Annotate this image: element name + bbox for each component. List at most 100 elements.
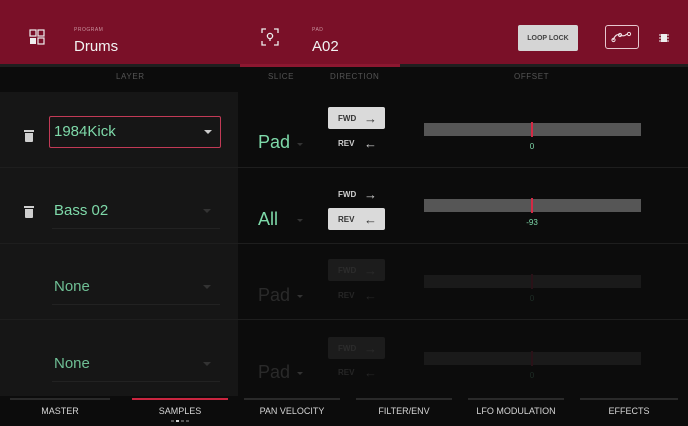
direction-fwd-button[interactable]: FWD → — [328, 107, 385, 129]
layer-name[interactable]: Bass 02 — [54, 202, 108, 219]
loop-lock-button[interactable]: LOOP LOCK — [518, 25, 578, 51]
layer-underline — [52, 381, 220, 382]
slice-value: Pad — [258, 285, 291, 305]
rev-label: REV — [338, 138, 355, 148]
column-header-slice: SLICE — [268, 72, 295, 81]
layer-row: None Pad FWD → REV ← 0 — [0, 320, 688, 396]
lfo-curve-button[interactable] — [605, 25, 639, 49]
column-header-offset: OFFSET — [514, 72, 550, 81]
layer-cell — [0, 168, 238, 244]
slice-value[interactable]: All — [258, 209, 278, 230]
pad-label: PAD — [312, 27, 324, 33]
tab-lfo-modulation[interactable]: LFO MODULATION — [468, 406, 564, 416]
lfo-curve-icon — [611, 31, 632, 43]
page-dot — [171, 420, 174, 422]
arrow-right-icon: → — [364, 262, 377, 278]
grid-icon — [29, 29, 45, 45]
rev-label: REV — [338, 290, 355, 300]
fwd-label: FWD — [338, 189, 357, 199]
chip-icon[interactable] — [658, 32, 670, 44]
offset-slider — [424, 351, 641, 366]
page-dot — [186, 420, 189, 422]
tab-bar: MASTER SAMPLES PAN VELOCITY FILTER/ENV L… — [0, 398, 688, 426]
chevron-down-icon — [204, 130, 212, 134]
direction-fwd-button: FWD → — [328, 337, 385, 359]
tab-effects[interactable]: EFFECTS — [580, 406, 678, 416]
direction-rev-button: REV ← — [328, 284, 385, 306]
page-indicator — [171, 420, 189, 422]
layer-underline — [52, 304, 220, 305]
offset-value: 0 — [529, 294, 535, 303]
page-dot — [181, 420, 184, 422]
direction-rev-button[interactable]: REV ← — [328, 208, 385, 230]
offset-slider[interactable] — [424, 198, 641, 213]
header-divider — [0, 64, 688, 67]
pad-target-icon — [261, 28, 279, 46]
fwd-label: FWD — [338, 343, 357, 353]
tab-indicator — [244, 398, 340, 400]
rev-label: REV — [338, 367, 355, 377]
arrow-right-icon: → — [364, 110, 377, 126]
offset-marker — [531, 351, 533, 366]
offset-value: 0 — [529, 371, 535, 380]
pad-select-icon[interactable] — [261, 28, 279, 46]
chevron-down-icon — [203, 362, 211, 366]
header-divider-active — [240, 64, 400, 67]
tab-pan-velocity[interactable]: PAN VELOCITY — [244, 406, 340, 416]
layer-name[interactable]: None — [54, 355, 90, 372]
chevron-down-icon — [297, 143, 303, 146]
rev-label: REV — [338, 214, 355, 224]
chevron-down-icon — [297, 219, 303, 222]
arrow-left-icon: ← — [364, 135, 377, 151]
fwd-label: FWD — [338, 265, 357, 275]
pad-name[interactable]: A02 — [312, 38, 339, 55]
offset-slider[interactable] — [424, 122, 641, 137]
offset-slider — [424, 274, 641, 289]
program-name[interactable]: Drums — [74, 38, 118, 55]
arrow-left-icon: ← — [364, 211, 377, 227]
offset-marker — [531, 122, 533, 137]
program-label: PROGRAM — [74, 27, 104, 33]
direction-rev-button: REV ← — [328, 361, 385, 383]
layer-row: None Pad FWD → REV ← 0 — [0, 244, 688, 320]
tab-samples[interactable]: SAMPLES — [132, 406, 228, 416]
arrow-right-icon: → — [364, 186, 377, 202]
tab-indicator — [580, 398, 678, 400]
arrow-right-icon: → — [364, 340, 377, 356]
tab-indicator — [356, 398, 452, 400]
tab-filter-env[interactable]: FILTER/ENV — [356, 406, 452, 416]
direction-fwd-button[interactable]: FWD → — [328, 183, 385, 205]
layer-cell — [0, 244, 238, 320]
offset-value: -93 — [526, 218, 538, 227]
slice-value[interactable]: Pad — [258, 132, 290, 153]
slice-value: Pad — [258, 362, 291, 382]
layer-underline — [52, 228, 220, 229]
layer-row: 1984Kick Pad FWD → REV ← 0 — [0, 92, 688, 168]
layer-row: Bass 02 All FWD → REV ← -93 — [0, 168, 688, 244]
chevron-down-icon — [297, 295, 303, 298]
tab-master[interactable]: MASTER — [10, 406, 110, 416]
tab-indicator — [10, 398, 110, 400]
arrow-left-icon: ← — [364, 364, 377, 380]
column-header-direction: DIRECTION — [330, 72, 380, 81]
column-header-layer: LAYER — [116, 72, 145, 81]
chevron-down-icon — [203, 209, 211, 213]
offset-marker — [531, 198, 533, 213]
layer-name[interactable]: 1984Kick — [54, 123, 116, 140]
direction-rev-button[interactable]: REV ← — [328, 132, 385, 154]
offset-value: 0 — [529, 142, 535, 151]
chevron-down-icon — [203, 285, 211, 289]
page-dot-active — [176, 420, 179, 422]
tab-indicator-active — [132, 398, 228, 400]
tab-indicator — [468, 398, 564, 400]
chip-icon-glyph — [659, 34, 669, 42]
layer-cell — [0, 320, 238, 396]
layer-name[interactable]: None — [54, 278, 90, 295]
chevron-down-icon — [297, 372, 303, 375]
trash-icon[interactable] — [24, 130, 34, 142]
arrow-left-icon: ← — [364, 287, 377, 303]
fwd-label: FWD — [338, 113, 357, 123]
trash-icon[interactable] — [24, 206, 34, 218]
program-grid-icon[interactable] — [29, 29, 45, 45]
header-bar: PROGRAM Drums PAD A02 LOOP LOCK — [0, 0, 688, 64]
